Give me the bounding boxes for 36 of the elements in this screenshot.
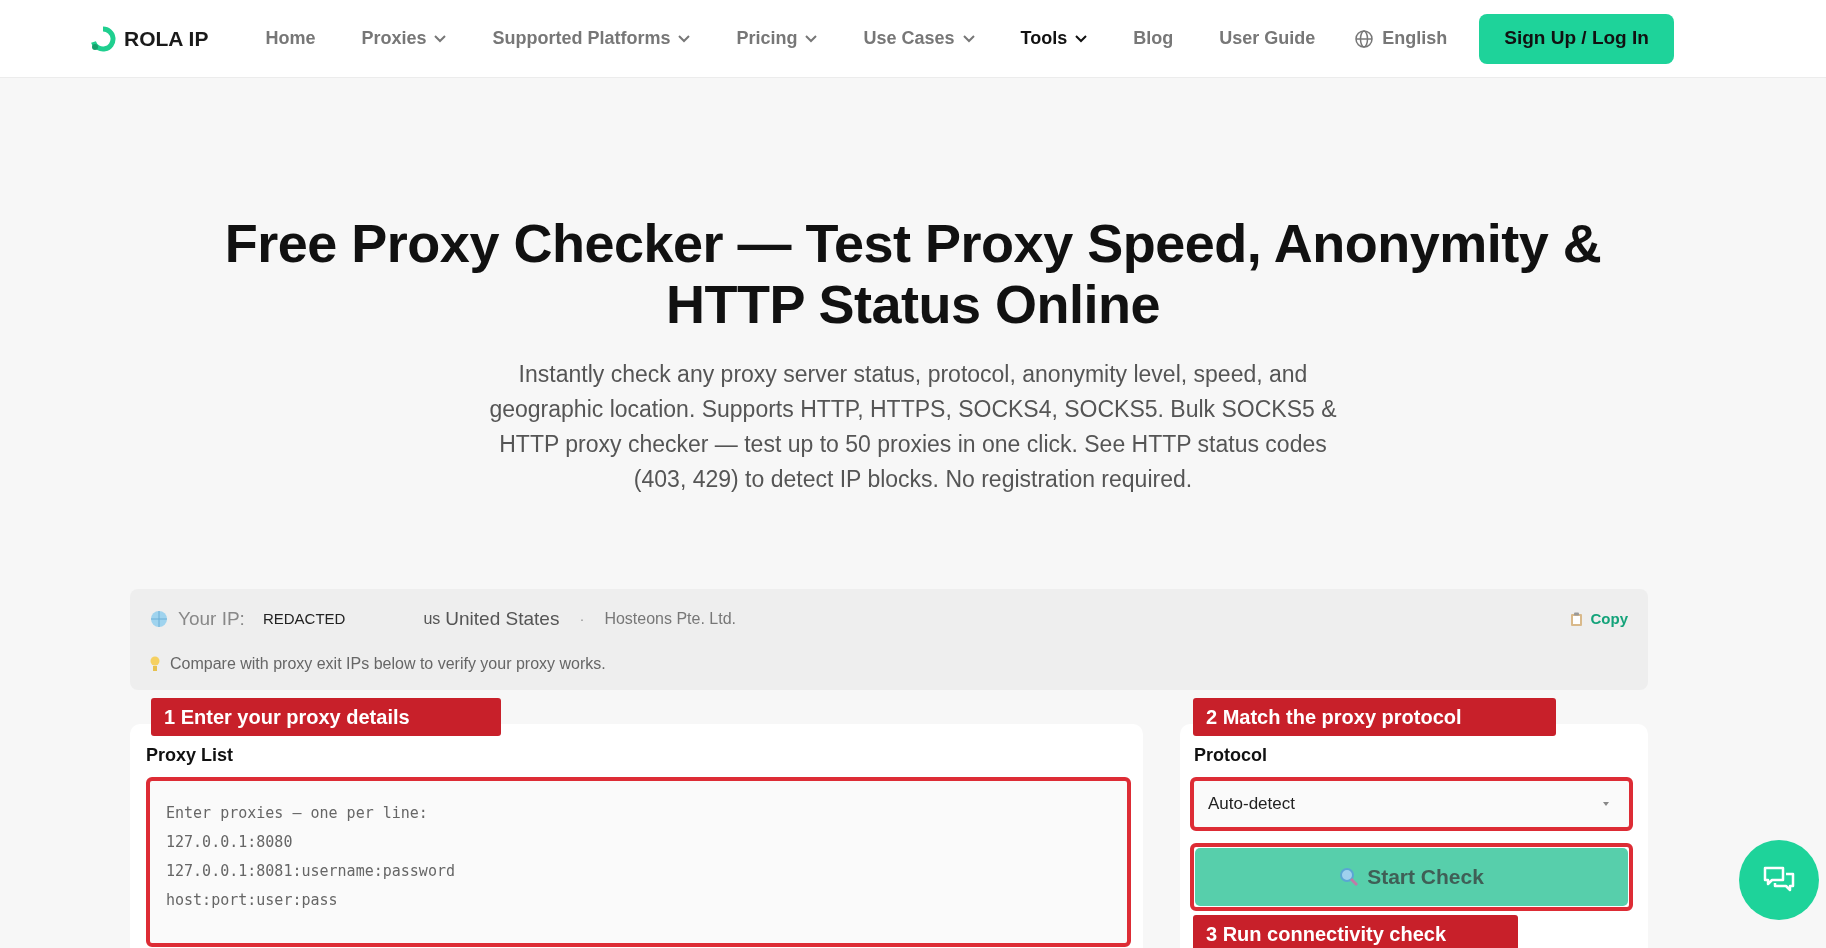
- step-label: 3 Run connectivity check: [1193, 914, 1518, 948]
- field-label: Protocol: [1194, 743, 1268, 767]
- nav-link[interactable]: User Guide: [1219, 25, 1316, 52]
- nav-link[interactable]: Blog: [1133, 25, 1174, 52]
- copy-button[interactable]: Copy: [1569, 608, 1628, 631]
- nav-link[interactable]: Tools: [1020, 25, 1088, 52]
- nav-link[interactable]: Home: [265, 25, 316, 52]
- dropdown-caret-icon: [1603, 801, 1609, 806]
- step-label: 1 Enter your proxy details: [151, 697, 501, 736]
- globe-icon: [150, 610, 168, 629]
- logo-text: ROLA IP: [124, 25, 209, 52]
- globe-icon: [1354, 28, 1375, 49]
- language-selector[interactable]: English: [1354, 25, 1448, 52]
- country-name: United States: [445, 607, 560, 631]
- start-check-button[interactable]: Start Check: [1195, 847, 1628, 906]
- protocol-select[interactable]: Auto-detect: [1190, 776, 1633, 831]
- clipboard-icon: [1569, 611, 1583, 627]
- ip-value: REDACTED: [262, 609, 346, 629]
- proxy-list-field[interactable]: Enter proxies — one per line: 127.0.0.1:8080 127.0.0.1:8081:username:password host:port:user:pass: [146, 776, 1131, 947]
- page-title: Free Proxy Checker — Test Proxy Speed, Anonymity & HTTP Status Online: [223, 213, 1603, 335]
- separator-dot: ·: [579, 609, 585, 629]
- nav-link[interactable]: Pricing: [736, 25, 818, 52]
- country-code: us: [423, 609, 441, 630]
- magnifier-icon: [1339, 866, 1360, 887]
- ip-hint-text: Compare with proxy exit IPs below to verify your proxy works.: [170, 653, 606, 674]
- field-label: Proxy List: [146, 743, 235, 767]
- nav-link[interactable]: Use Cases: [863, 25, 975, 52]
- sign-up-button[interactable]: Sign Up / Log In: [1479, 13, 1674, 64]
- nav-link[interactable]: Proxies: [361, 25, 447, 52]
- page-subtitle: Instantly check any proxy server status, protocol, anonymity level, speed, and geographic location. Supports HTTP, HTTPS, SOCKS4, SOCKS5. Bulk SOCKS5 & HTTP proxy checker — test up to 50 proxies in one click. See HTTP status codes (403, 429) to detect IP blocks. No registration required.: [488, 360, 1338, 494]
- ip-label: Your IP:: [178, 607, 245, 631]
- light-bulb-icon: [150, 655, 160, 672]
- logo-icon: [90, 25, 116, 52]
- nav-link[interactable]: Supported Platforms: [492, 25, 691, 52]
- step-label: 2 Match the proxy protocol: [1193, 697, 1556, 736]
- isp-name: Hosteons Pte. Ltd.: [604, 609, 737, 630]
